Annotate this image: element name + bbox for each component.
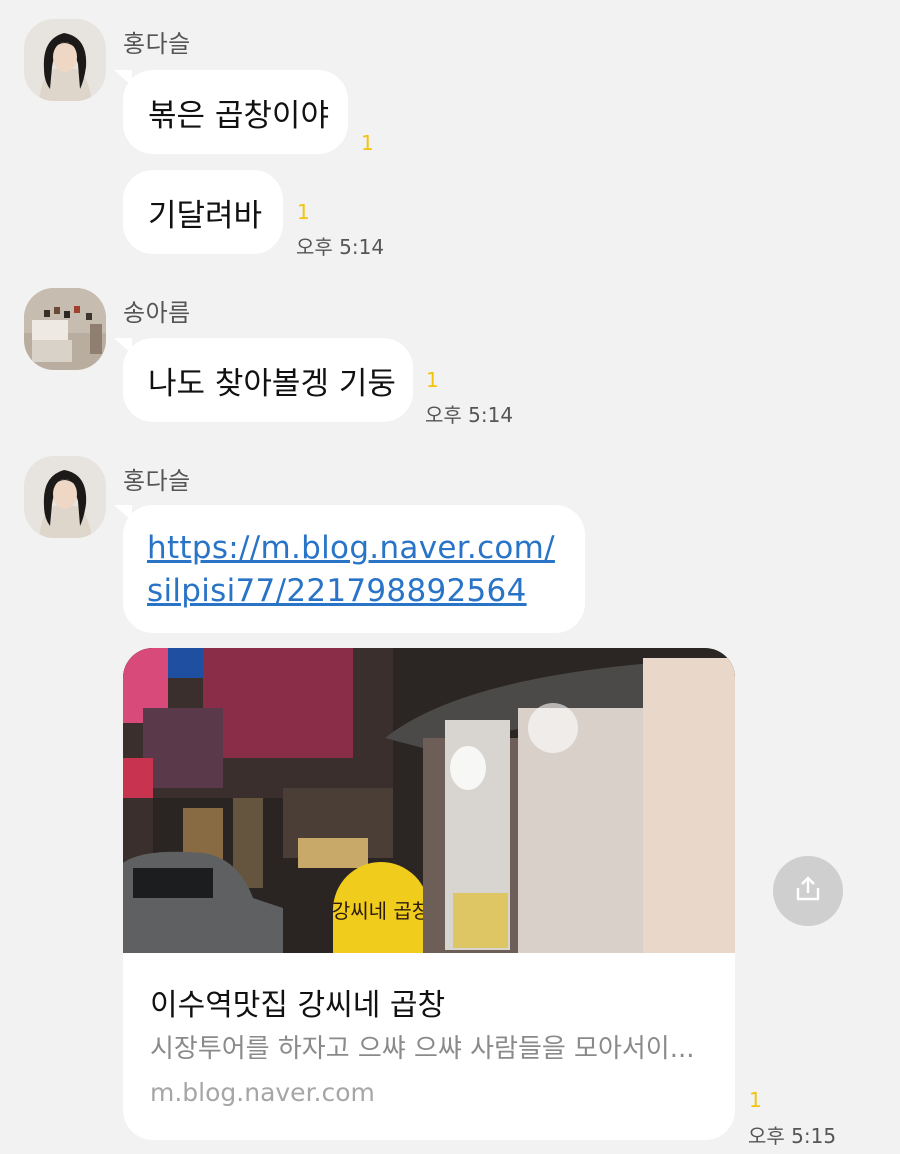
timestamp: 오후 5:14 (296, 235, 385, 259)
timestamp: 오후 5:15 (748, 1124, 837, 1148)
sender-name: 송아름 (123, 299, 191, 327)
preview-domain: m.blog.naver.com (150, 1078, 375, 1107)
preview-image: 강씨네 곱창 (123, 648, 735, 953)
unread-count: 1 (749, 1088, 762, 1112)
message-bubble[interactable]: 기달려바 (123, 170, 283, 254)
link-url-line-2[interactable]: silpisi77/221798892564 (147, 570, 561, 613)
profile-photo (24, 19, 106, 101)
sender-name: 홍다슬 (123, 30, 191, 58)
avatar[interactable] (24, 288, 106, 370)
avatar[interactable] (24, 19, 106, 101)
profile-photo (24, 456, 106, 538)
sign-text: 강씨네 곱창 (332, 899, 430, 923)
preview-description: 시장투어를 하자고 으쌰 으쌰 사람들을 모아서이... (150, 1034, 695, 1064)
message-text: 기달려바 (148, 197, 263, 234)
profile-photo (24, 288, 106, 370)
unread-count: 1 (297, 200, 310, 224)
link-message-bubble[interactable]: https://m.blog.naver.com/ silpisi77/2217… (114, 505, 585, 633)
message-bubble[interactable]: 나도 찾아볼겡 기둥 (114, 338, 413, 422)
preview-title: 이수역맛집 강씨네 곱창 (150, 988, 446, 1023)
avatar[interactable] (24, 456, 106, 538)
message-text: 나도 찾아볼겡 기둥 (148, 365, 396, 402)
unread-count: 1 (426, 368, 439, 392)
message-text: 볶은 곱창이야 (148, 97, 329, 134)
sender-name: 홍다슬 (123, 467, 191, 495)
link-preview-card[interactable]: 강씨네 곱창 이수역맛집 강씨네 곱창 시장투어를 하자고 으쌰 으쌰 사람들을… (123, 648, 735, 1140)
unread-count: 1 (361, 131, 374, 155)
timestamp: 오후 5:14 (425, 403, 514, 427)
share-button[interactable] (773, 856, 843, 926)
share-icon (792, 873, 824, 909)
message-bubble[interactable]: 볶은 곱창이야 (114, 70, 348, 154)
link-url-line-1[interactable]: https://m.blog.naver.com/ (147, 527, 561, 570)
